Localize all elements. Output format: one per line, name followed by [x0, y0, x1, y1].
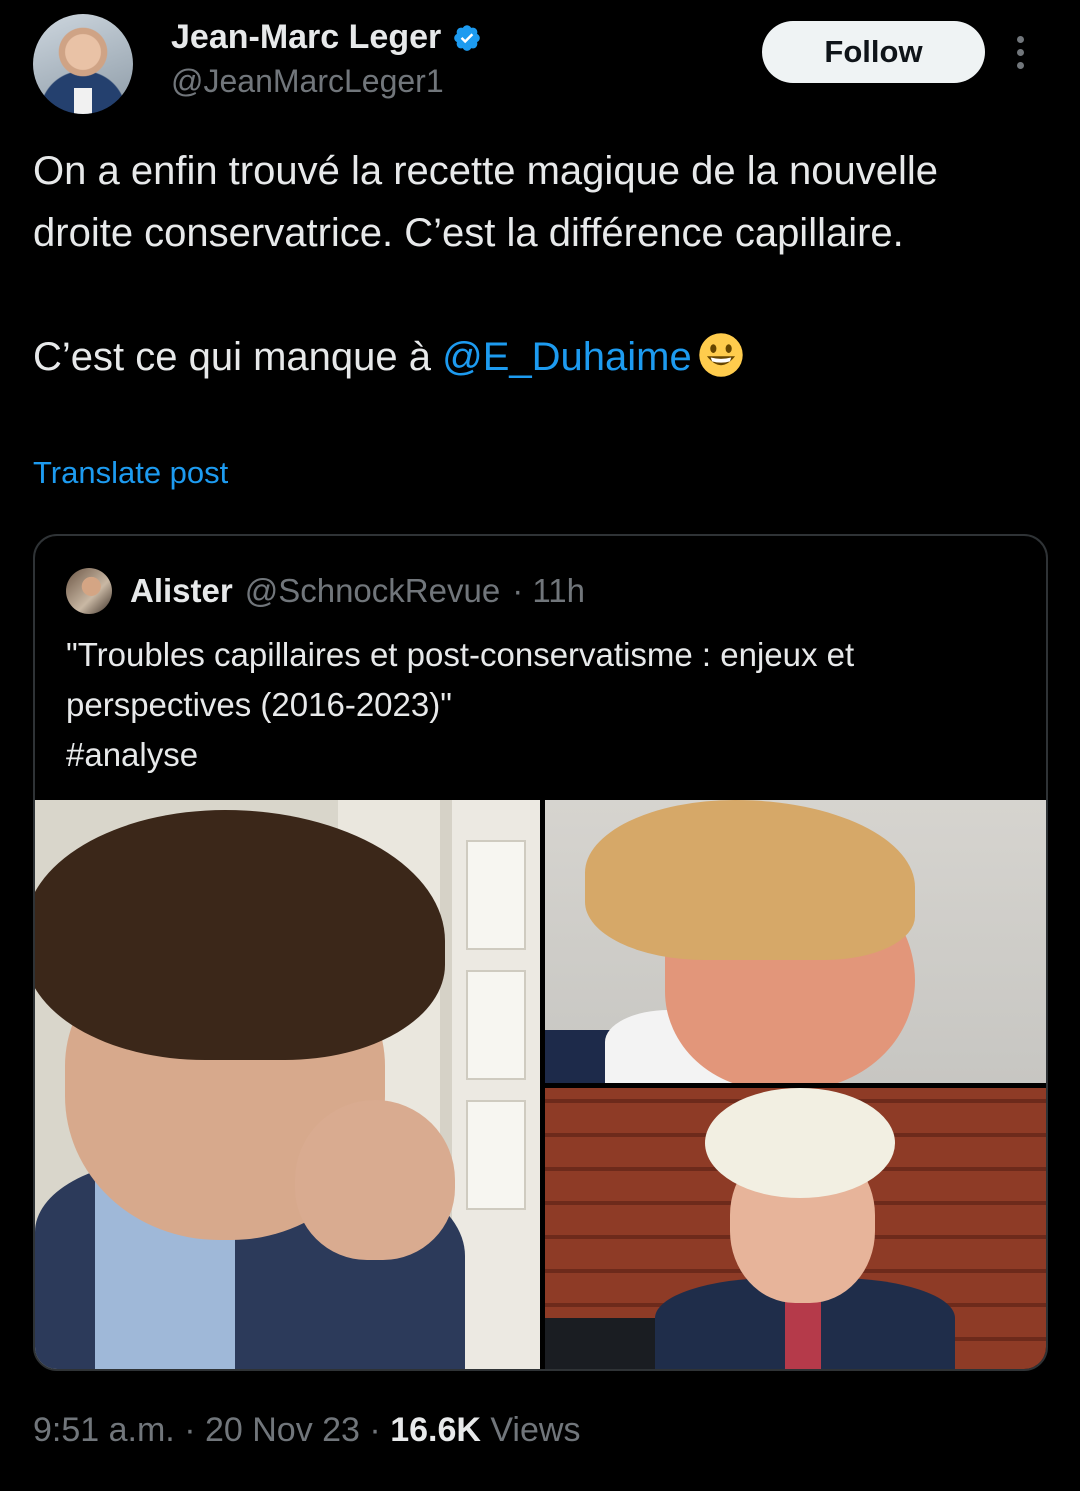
media-photo-top-right[interactable] — [545, 800, 1046, 1083]
quoted-tweet-text: "Troubles capillaires et post-conservati… — [66, 630, 1026, 780]
meta-separator: · — [359, 1411, 391, 1449]
meta-separator: · — [174, 1411, 205, 1449]
quoted-author-name[interactable]: Alister — [130, 572, 233, 610]
quoted-tweet-time[interactable]: · 11h — [512, 572, 585, 610]
translate-post-link[interactable]: Translate post — [33, 455, 228, 491]
post-text-prefix: C’est ce qui manque à — [33, 335, 443, 379]
author-info: Jean-Marc Leger @JeanMarcLeger1 — [171, 18, 482, 100]
views-label: Views — [480, 1411, 581, 1449]
author-handle[interactable]: @JeanMarcLeger1 — [171, 63, 482, 100]
post-time[interactable]: 9:51 a.m. — [33, 1411, 175, 1449]
views-count: 16.6K — [390, 1411, 481, 1449]
quoted-tweet-media-grid — [35, 800, 1046, 1369]
post-text-paragraph-1: On a enfin trouvé la recette magique de … — [33, 149, 939, 255]
more-options-icon[interactable] — [1014, 36, 1026, 76]
tweet-meta: 9:51 a.m. · 20 Nov 23 · 16.6K Views — [33, 1411, 580, 1450]
mention-link[interactable]: @E_Duhaime — [442, 335, 692, 379]
author-name[interactable]: Jean-Marc Leger — [171, 18, 441, 57]
quoted-tweet-header: Alister @SchnockRevue · 11h — [66, 568, 585, 614]
post-text-paragraph-2: C’est ce qui manque à @E_Duhaime — [33, 326, 1043, 388]
grinning-face-emoji-icon — [699, 333, 743, 378]
tweet-header: Jean-Marc Leger @JeanMarcLeger1 Follow — [33, 14, 1053, 114]
media-photo-left[interactable] — [35, 800, 540, 1369]
quoted-author-handle[interactable]: @SchnockRevue — [245, 572, 500, 610]
quoted-text-line-1: "Troubles capillaires et post-conservati… — [66, 636, 855, 723]
post-body: On a enfin trouvé la recette magique de … — [33, 140, 1043, 388]
hashtag-link[interactable]: #analyse — [66, 730, 1026, 780]
media-photo-bottom-right[interactable] — [545, 1088, 1046, 1369]
quoted-author-avatar[interactable] — [66, 568, 112, 614]
follow-button[interactable]: Follow — [762, 21, 985, 83]
author-avatar[interactable] — [33, 14, 133, 114]
verified-badge-icon — [453, 24, 480, 51]
quoted-tweet-card[interactable]: Alister @SchnockRevue · 11h "Troubles ca… — [33, 534, 1048, 1371]
post-date[interactable]: 20 Nov 23 — [205, 1411, 360, 1449]
